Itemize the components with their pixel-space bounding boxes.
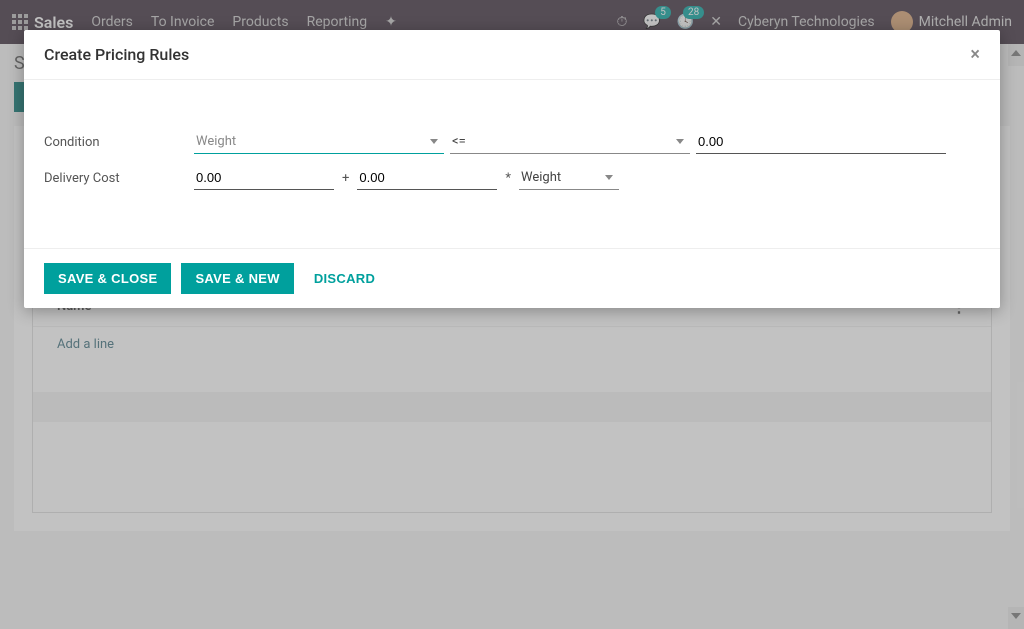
chevron-down-icon: [430, 139, 438, 144]
save-close-button[interactable]: SAVE & CLOSE: [44, 263, 171, 294]
condition-label: Condition: [44, 135, 194, 154]
chevron-down-icon: [605, 175, 613, 180]
modal-body: Condition Weight <= Delivery Cost + * We…: [24, 80, 1000, 228]
extra-price-input[interactable]: [357, 166, 497, 190]
close-icon[interactable]: ×: [970, 44, 980, 65]
condition-operator-value: <=: [452, 134, 466, 149]
condition-variable-select[interactable]: Weight: [194, 130, 444, 154]
modal-header: Create Pricing Rules ×: [24, 30, 1000, 79]
extra-variable-select[interactable]: Weight: [519, 166, 619, 190]
extra-variable-value: Weight: [521, 170, 561, 185]
discard-button[interactable]: DISCARD: [304, 263, 385, 294]
base-price-input[interactable]: [194, 166, 334, 190]
modal-title: Create Pricing Rules: [44, 45, 189, 64]
plus-sign: +: [334, 171, 357, 190]
modal-footer: SAVE & CLOSE SAVE & NEW DISCARD: [24, 248, 1000, 308]
condition-variable-value: Weight: [196, 134, 236, 149]
chevron-down-icon: [676, 139, 684, 144]
save-new-button[interactable]: SAVE & NEW: [181, 263, 293, 294]
condition-value-input[interactable]: [696, 130, 946, 154]
star-sign: *: [497, 171, 519, 190]
condition-operator-select[interactable]: <=: [450, 130, 690, 154]
create-pricing-rules-modal: Create Pricing Rules × Condition Weight …: [24, 30, 1000, 308]
delivery-cost-label: Delivery Cost: [44, 171, 194, 190]
